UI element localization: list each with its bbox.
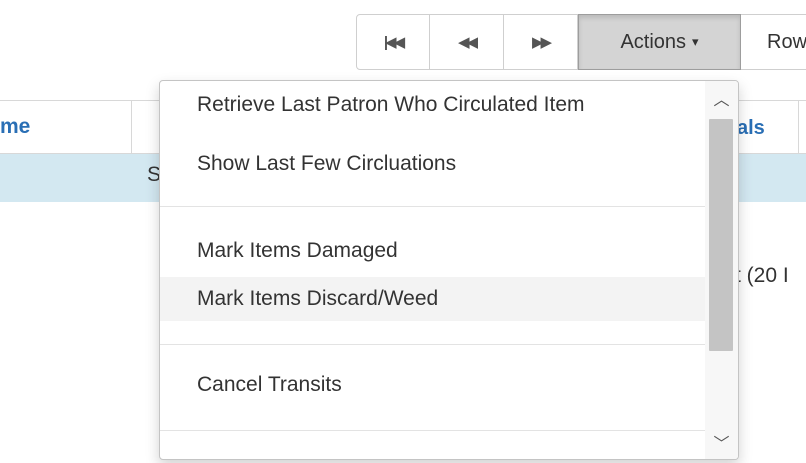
menu-item-show-last-circulations[interactable]: Show Last Few Circluations bbox=[160, 142, 706, 186]
column-divider bbox=[798, 101, 799, 155]
previous-page-icon: ◀◀ bbox=[457, 34, 478, 51]
rows-button[interactable]: Rows bbox=[741, 14, 806, 70]
first-page-icon: |◀◀ bbox=[383, 34, 405, 51]
scrollbar-thumb[interactable] bbox=[709, 119, 733, 351]
menu-scrollbar[interactable]: ︿ ﹀ bbox=[705, 81, 738, 459]
scroll-up-arrow-icon[interactable]: ︿ bbox=[705, 83, 738, 113]
actions-dropdown-button[interactable]: Actions ▾ bbox=[578, 14, 741, 70]
next-page-button[interactable]: ▶▶ bbox=[504, 14, 578, 70]
grid-count-text: t (20 I bbox=[735, 264, 789, 287]
scroll-down-arrow-icon[interactable]: ﹀ bbox=[705, 427, 738, 457]
menu-item-mark-discard-weed[interactable]: Mark Items Discard/Weed bbox=[160, 277, 706, 321]
next-page-icon: ▶▶ bbox=[531, 34, 552, 51]
previous-page-button[interactable]: ◀◀ bbox=[430, 14, 504, 70]
menu-item-cancel-transits[interactable]: Cancel Transits bbox=[160, 363, 706, 407]
caret-down-icon: ▾ bbox=[692, 34, 699, 49]
menu-item-mark-damaged[interactable]: Mark Items Damaged bbox=[160, 229, 706, 273]
column-divider bbox=[131, 101, 132, 155]
menu-divider bbox=[160, 206, 706, 207]
menu-divider bbox=[160, 430, 706, 431]
actions-label: Actions bbox=[620, 30, 687, 53]
column-header-name[interactable]: me bbox=[0, 115, 30, 139]
column-header-renewals[interactable]: als bbox=[737, 117, 765, 140]
grid-toolbar: |◀◀ ◀◀ ▶▶ Actions ▾ Rows bbox=[356, 14, 806, 70]
menu-item-retrieve-last-patron[interactable]: Retrieve Last Patron Who Circulated Item bbox=[160, 83, 706, 127]
first-page-button[interactable]: |◀◀ bbox=[356, 14, 430, 70]
actions-menu: Retrieve Last Patron Who Circulated Item… bbox=[159, 80, 739, 460]
rows-label: Rows bbox=[767, 30, 806, 53]
menu-divider bbox=[160, 344, 706, 345]
